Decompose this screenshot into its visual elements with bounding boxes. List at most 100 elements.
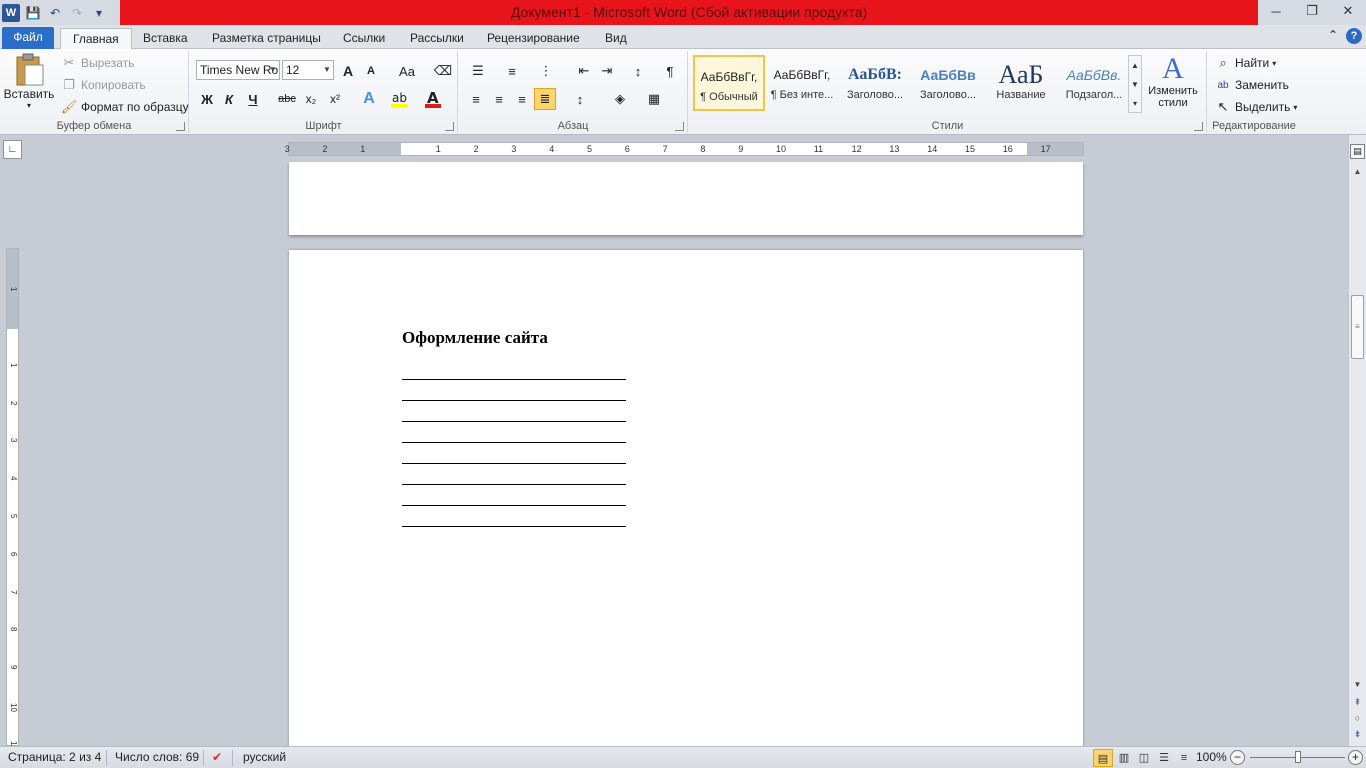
- multilevel-list-icon[interactable]: ⋮: [535, 60, 557, 82]
- style-heading-1[interactable]: АаБбВ: Заголово...: [839, 55, 911, 111]
- tab-mailings[interactable]: Рассылки: [398, 28, 476, 49]
- increase-indent-icon[interactable]: ⇥: [596, 60, 618, 82]
- style-no-spacing[interactable]: АаБбВвГг, ¶ Без инте...: [766, 55, 838, 111]
- zoom-level[interactable]: 100%: [1196, 750, 1227, 764]
- zoom-slider-thumb[interactable]: [1294, 751, 1301, 763]
- italic-button[interactable]: К: [218, 88, 240, 110]
- align-right-icon[interactable]: ≡: [511, 88, 533, 110]
- tab-review[interactable]: Рецензирование: [475, 28, 592, 49]
- paste-button[interactable]: Вставить ▾: [4, 53, 54, 115]
- copy-button[interactable]: ❐ Копировать: [60, 76, 145, 94]
- spelling-check-icon[interactable]: ✔: [212, 750, 222, 764]
- find-button[interactable]: ⌕ Найти ▾: [1214, 54, 1276, 72]
- horizontal-ruler[interactable]: 3 2 1 1 2 3 4 5 6 7 8 9 10 11 12 13 14 15 16 17: [285, 142, 1084, 156]
- change-styles-button[interactable]: A Изменить стили: [1145, 53, 1201, 110]
- view-ruler-icon[interactable]: ▤: [1350, 144, 1365, 159]
- blank-underline[interactable]: [402, 526, 626, 527]
- align-left-icon[interactable]: ≡: [465, 88, 487, 110]
- web-layout-icon[interactable]: ◫: [1134, 749, 1154, 767]
- full-screen-reading-icon[interactable]: ▥: [1114, 749, 1134, 767]
- shading-icon[interactable]: ◈: [609, 88, 631, 110]
- zoom-in-icon[interactable]: +: [1348, 750, 1363, 765]
- customize-qat-icon[interactable]: ▾: [90, 4, 108, 22]
- tab-file[interactable]: Файл: [2, 27, 54, 49]
- blank-underline[interactable]: [402, 442, 626, 443]
- font-color-icon[interactable]: A: [422, 88, 444, 110]
- styles-scroll[interactable]: ▲ ▼ ▾: [1128, 55, 1142, 113]
- maximize-button[interactable]: ❐: [1294, 0, 1330, 22]
- outline-icon[interactable]: ☰: [1154, 749, 1174, 767]
- shrink-font-button[interactable]: A: [360, 60, 382, 82]
- tab-home[interactable]: Главная: [60, 28, 132, 50]
- line-spacing-icon[interactable]: ↕: [569, 88, 591, 110]
- draft-icon[interactable]: ≡: [1174, 749, 1194, 767]
- style-normal[interactable]: АаБбВвГг, ¶ Обычный: [693, 55, 765, 111]
- help-icon[interactable]: ?: [1346, 28, 1362, 44]
- bold-button[interactable]: Ж: [196, 88, 218, 110]
- bullets-icon[interactable]: ☰: [467, 60, 489, 82]
- undo-icon[interactable]: ↶: [46, 4, 64, 22]
- scroll-up-icon[interactable]: ▲: [1349, 165, 1366, 179]
- clipboard-launcher-icon[interactable]: [176, 122, 185, 131]
- scroll-thumb[interactable]: ≡: [1351, 295, 1364, 359]
- tab-insert[interactable]: Вставка: [131, 28, 200, 49]
- word-count[interactable]: Число слов: 69: [115, 750, 199, 764]
- styles-launcher-icon[interactable]: [1194, 122, 1203, 131]
- replace-button[interactable]: ab Заменить: [1214, 76, 1289, 94]
- collapse-ribbon-icon[interactable]: ⌃: [1328, 28, 1338, 44]
- numbering-icon[interactable]: ≡: [501, 60, 523, 82]
- paragraph-launcher-icon[interactable]: [675, 122, 684, 131]
- strikethrough-button[interactable]: abc: [276, 88, 298, 110]
- font-size-field[interactable]: 12 ▼: [282, 60, 334, 80]
- style-subtitle[interactable]: АаБбВв. Подзагол...: [1058, 55, 1130, 111]
- save-icon[interactable]: 💾: [24, 4, 42, 22]
- format-painter-button[interactable]: 🖌 Формат по образцу: [60, 98, 189, 116]
- clear-formatting-icon[interactable]: ⌫: [432, 60, 454, 82]
- previous-page-icon[interactable]: ⇞: [1349, 697, 1366, 708]
- borders-icon[interactable]: ▦: [643, 88, 665, 110]
- highlight-color-icon[interactable]: ab: [388, 88, 410, 110]
- underline-button[interactable]: Ч: [242, 88, 264, 110]
- cut-button[interactable]: ✂ Вырезать: [60, 54, 135, 72]
- page-1-bottom[interactable]: [289, 162, 1083, 235]
- blank-underline[interactable]: [402, 379, 626, 380]
- superscript-button[interactable]: x²: [324, 88, 346, 110]
- text-effects-icon[interactable]: A: [358, 88, 380, 110]
- page-count[interactable]: Страница: 2 из 4: [8, 750, 101, 764]
- blank-underline[interactable]: [402, 421, 626, 422]
- grow-font-button[interactable]: A: [337, 60, 359, 82]
- font-launcher-icon[interactable]: [445, 122, 454, 131]
- decrease-indent-icon[interactable]: ⇤: [573, 60, 595, 82]
- more-styles-icon[interactable]: ▾: [1129, 94, 1141, 113]
- align-center-icon[interactable]: ≡: [488, 88, 510, 110]
- tab-view[interactable]: Вид: [593, 28, 639, 49]
- style-title[interactable]: АаБ Название: [985, 55, 1057, 111]
- change-case-button[interactable]: Aa: [393, 60, 421, 82]
- document-heading[interactable]: Оформление сайта: [402, 328, 548, 348]
- print-layout-icon[interactable]: ▤: [1093, 749, 1113, 767]
- tab-stop-selector[interactable]: ∟: [3, 140, 22, 159]
- style-heading-2[interactable]: АаБбВв Заголово...: [912, 55, 984, 111]
- minimize-button[interactable]: ─: [1258, 0, 1294, 22]
- redo-icon[interactable]: ↷: [68, 4, 86, 22]
- language-indicator[interactable]: русский: [243, 750, 286, 764]
- subscript-button[interactable]: x₂: [300, 88, 322, 110]
- page-2[interactable]: Оформление сайта: [289, 250, 1083, 750]
- blank-underline[interactable]: [402, 505, 626, 506]
- vertical-ruler[interactable]: 1 1 2 3 4 5 6 7 8 9 10 11: [6, 248, 19, 749]
- zoom-out-icon[interactable]: −: [1230, 750, 1245, 765]
- next-page-icon[interactable]: ⇟: [1349, 729, 1366, 740]
- tab-references[interactable]: Ссылки: [331, 28, 397, 49]
- font-name-field[interactable]: Times New Ro ▼: [196, 60, 280, 80]
- chevron-down-icon[interactable]: ▼: [1129, 75, 1141, 94]
- word-logo-icon[interactable]: W: [2, 4, 20, 22]
- sort-icon[interactable]: ↕: [627, 60, 649, 82]
- show-formatting-button[interactable]: ¶: [659, 60, 681, 82]
- blank-underline[interactable]: [402, 484, 626, 485]
- vertical-scrollbar[interactable]: ▤ ▲ ≡ ▼ ⇞ ○ ⇟: [1348, 135, 1366, 746]
- select-button[interactable]: ↖ Выделить ▾: [1214, 98, 1298, 116]
- scroll-down-icon[interactable]: ▼: [1349, 678, 1366, 692]
- chevron-up-icon[interactable]: ▲: [1129, 56, 1141, 75]
- blank-underline[interactable]: [402, 463, 626, 464]
- justify-icon[interactable]: ≣: [534, 88, 556, 110]
